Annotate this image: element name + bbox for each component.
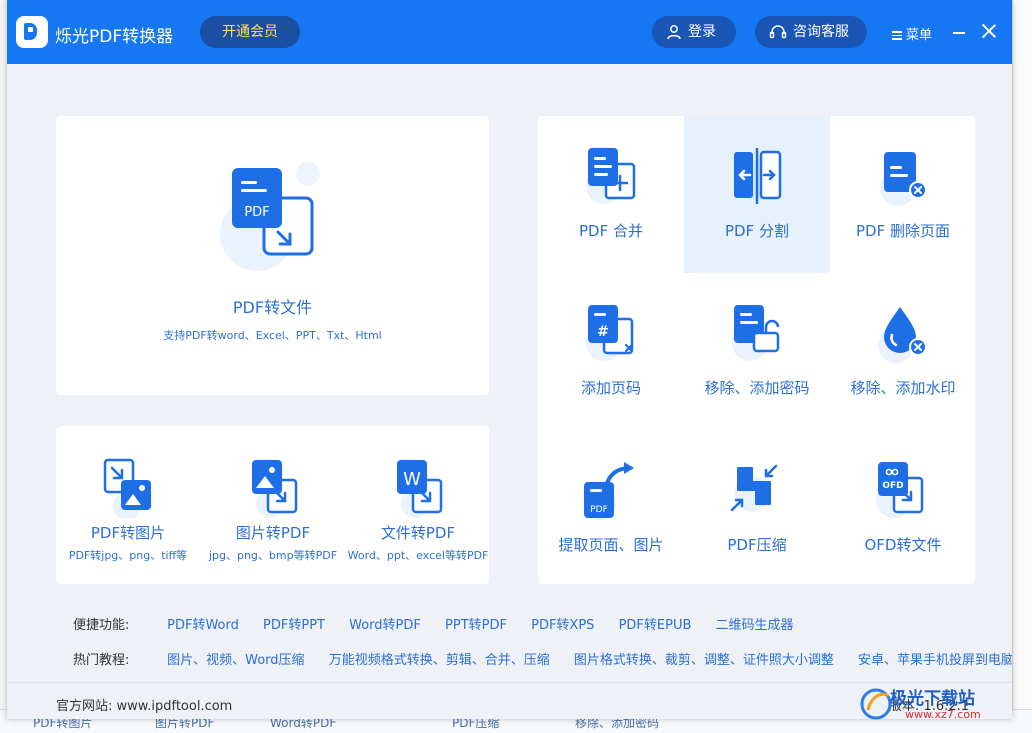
pdf-to-image-icon	[103, 458, 151, 518]
pdf-to-file-title: PDF转文件	[232, 298, 313, 317]
image-to-pdf-title: 图片转PDF	[235, 524, 311, 542]
customer-service-button[interactable]: 咨询客服	[755, 16, 867, 48]
image-to-pdf-icon	[252, 460, 298, 518]
pdf-to-image-subtitle: PDF转jpg、png、tiff等	[68, 549, 188, 562]
tool-pdf-merge-label: PDF 合并	[579, 222, 643, 240]
watermark-url: www.xz7.com	[905, 708, 981, 721]
svg-text:OFD: OFD	[882, 481, 903, 491]
tool-extract-pages[interactable]: PDF 提取页面、图片	[538, 430, 684, 587]
login-label: 登录	[688, 24, 716, 40]
background-window-right	[1012, 0, 1032, 733]
file-to-pdf-item[interactable]: W 文件转PDF Word、ppt、excel等转PDF	[346, 426, 490, 584]
customer-service-label: 咨询客服	[793, 24, 849, 40]
close-button[interactable]	[982, 24, 996, 38]
svg-text:W: W	[403, 469, 421, 490]
water-drop-icon	[878, 307, 927, 363]
pdf-to-image-title: PDF转图片	[90, 524, 166, 542]
extract-pages-icon: PDF	[584, 462, 634, 520]
pdf-to-image-item[interactable]: PDF转图片 PDF转jpg、png、tiff等	[56, 426, 200, 584]
pdf-to-file-card[interactable]: PDF PDF转文件 支持PDF转word、Excel、PPT、Txt、Html	[56, 116, 489, 395]
tool-add-page-numbers[interactable]: # 添加页码	[538, 273, 684, 430]
tool-password-label: 移除、添加密码	[704, 379, 810, 397]
quick-link-qr-generator[interactable]: 二维码生成器	[716, 618, 794, 633]
tool-pdf-delete-pages-label: PDF 删除页面	[856, 222, 950, 240]
quick-link-pdf-to-word[interactable]: PDF转Word	[167, 618, 239, 633]
hot-tutorials-row: 热门教程: 图片、视频、Word压缩 万能视频格式转换、剪辑、合并、压缩 图片格…	[73, 649, 1012, 668]
menu-button[interactable]: 菜单	[892, 24, 932, 43]
headset-icon	[769, 25, 787, 39]
svg-text:PDF: PDF	[590, 505, 608, 515]
login-button[interactable]: 登录	[652, 16, 736, 48]
menu-label: 菜单	[906, 28, 933, 43]
app-title: 烁光PDF转换器	[55, 27, 174, 47]
tool-pdf-merge[interactable]: PDF 合并	[538, 116, 684, 273]
tool-watermark[interactable]: 移除、添加水印	[830, 273, 976, 430]
tool-pdf-compress[interactable]: PDF压缩	[684, 430, 830, 587]
quick-functions-row: 便捷功能: PDF转Word PDF转PPT Word转PDF PPT转PDF …	[73, 614, 814, 633]
hot-link-video-convert[interactable]: 万能视频格式转换、剪辑、合并、压缩	[329, 653, 550, 668]
file-to-pdf-title: 文件转PDF	[380, 524, 456, 542]
pdf-delete-pages-icon	[880, 152, 927, 206]
tool-pdf-delete-pages[interactable]: PDF 删除页面	[830, 116, 976, 273]
tool-extract-pages-label: 提取页面、图片	[558, 536, 664, 554]
hamburger-icon	[892, 29, 902, 42]
compress-icon	[730, 464, 778, 512]
quick-link-ppt-to-pdf[interactable]: PPT转PDF	[445, 618, 507, 633]
quick-link-pdf-to-xps[interactable]: PDF转XPS	[531, 618, 594, 633]
watermark-text: 极光下载站	[890, 689, 975, 709]
tool-password[interactable]: 移除、添加密码	[684, 273, 830, 430]
image-to-pdf-subtitle: jpg、png、bmp等转PDF	[208, 549, 338, 562]
hot-tutorials-label: 热门教程:	[73, 653, 130, 668]
pdf-convert-icon: PDF	[220, 162, 320, 271]
pdf-to-file-subtitle: 支持PDF转word、Excel、PPT、Txt、Html	[163, 329, 382, 342]
official-site-link[interactable]: www.ipdftool.com	[117, 699, 233, 714]
minimize-button[interactable]	[953, 32, 965, 34]
pdf-split-icon	[734, 148, 782, 204]
official-site: 官方网站: www.ipdftool.com	[56, 695, 232, 714]
page-number-icon: #	[586, 305, 634, 361]
tool-ofd-to-file[interactable]: OFD OFD转文件	[830, 430, 976, 587]
quick-link-pdf-to-epub[interactable]: PDF转EPUB	[619, 618, 692, 633]
pdf-merge-icon	[586, 148, 636, 204]
tool-watermark-label: 移除、添加水印	[850, 379, 956, 397]
conversion-panel: PDF转图片 PDF转jpg、png、tiff等 图片转PDF jpg、png、…	[56, 426, 489, 584]
quick-functions-label: 便捷功能:	[73, 618, 130, 633]
svg-text:#: #	[597, 324, 609, 340]
user-icon	[667, 25, 681, 40]
official-site-label: 官方网站:	[56, 699, 113, 714]
tool-pdf-compress-label: PDF压缩	[727, 536, 787, 554]
quick-link-pdf-to-ppt[interactable]: PDF转PPT	[263, 618, 325, 633]
tool-pdf-split-label: PDF 分割	[725, 222, 789, 240]
app-window: 烁光PDF转换器 开通会员 登录 咨询客服 菜单 PDF PDF转文件 支持PD…	[7, 0, 1012, 719]
tool-add-page-numbers-label: 添加页码	[580, 379, 641, 397]
app-logo-icon	[16, 16, 48, 48]
quick-link-word-to-pdf[interactable]: Word转PDF	[349, 618, 421, 633]
hot-link-screen-mirror[interactable]: 安卓、苹果手机投屏到电脑	[858, 653, 1012, 668]
tools-panel: PDF 合并 PDF 分割 PDF 删除页面 # 添加页码 移除、添加密码 移除…	[538, 116, 975, 584]
background-window-left	[0, 0, 7, 733]
title-bar: 烁光PDF转换器 开通会员 登录 咨询客服 菜单	[7, 0, 1012, 64]
image-to-pdf-item[interactable]: 图片转PDF jpg、png、bmp等转PDF	[201, 426, 345, 584]
vip-button[interactable]: 开通会员	[200, 16, 300, 48]
hot-link-compress[interactable]: 图片、视频、Word压缩	[167, 653, 304, 668]
lock-icon	[732, 305, 780, 361]
tool-pdf-split[interactable]: PDF 分割	[684, 116, 830, 273]
hot-link-image-convert[interactable]: 图片格式转换、裁剪、调整、证件照大小调整	[574, 653, 834, 668]
file-to-pdf-subtitle: Word、ppt、excel等转PDF	[347, 549, 489, 562]
word-to-pdf-icon: W	[397, 460, 443, 518]
tool-ofd-to-file-label: OFD转文件	[864, 536, 942, 554]
svg-text:PDF: PDF	[244, 205, 269, 220]
ofd-convert-icon: OFD	[876, 462, 924, 518]
